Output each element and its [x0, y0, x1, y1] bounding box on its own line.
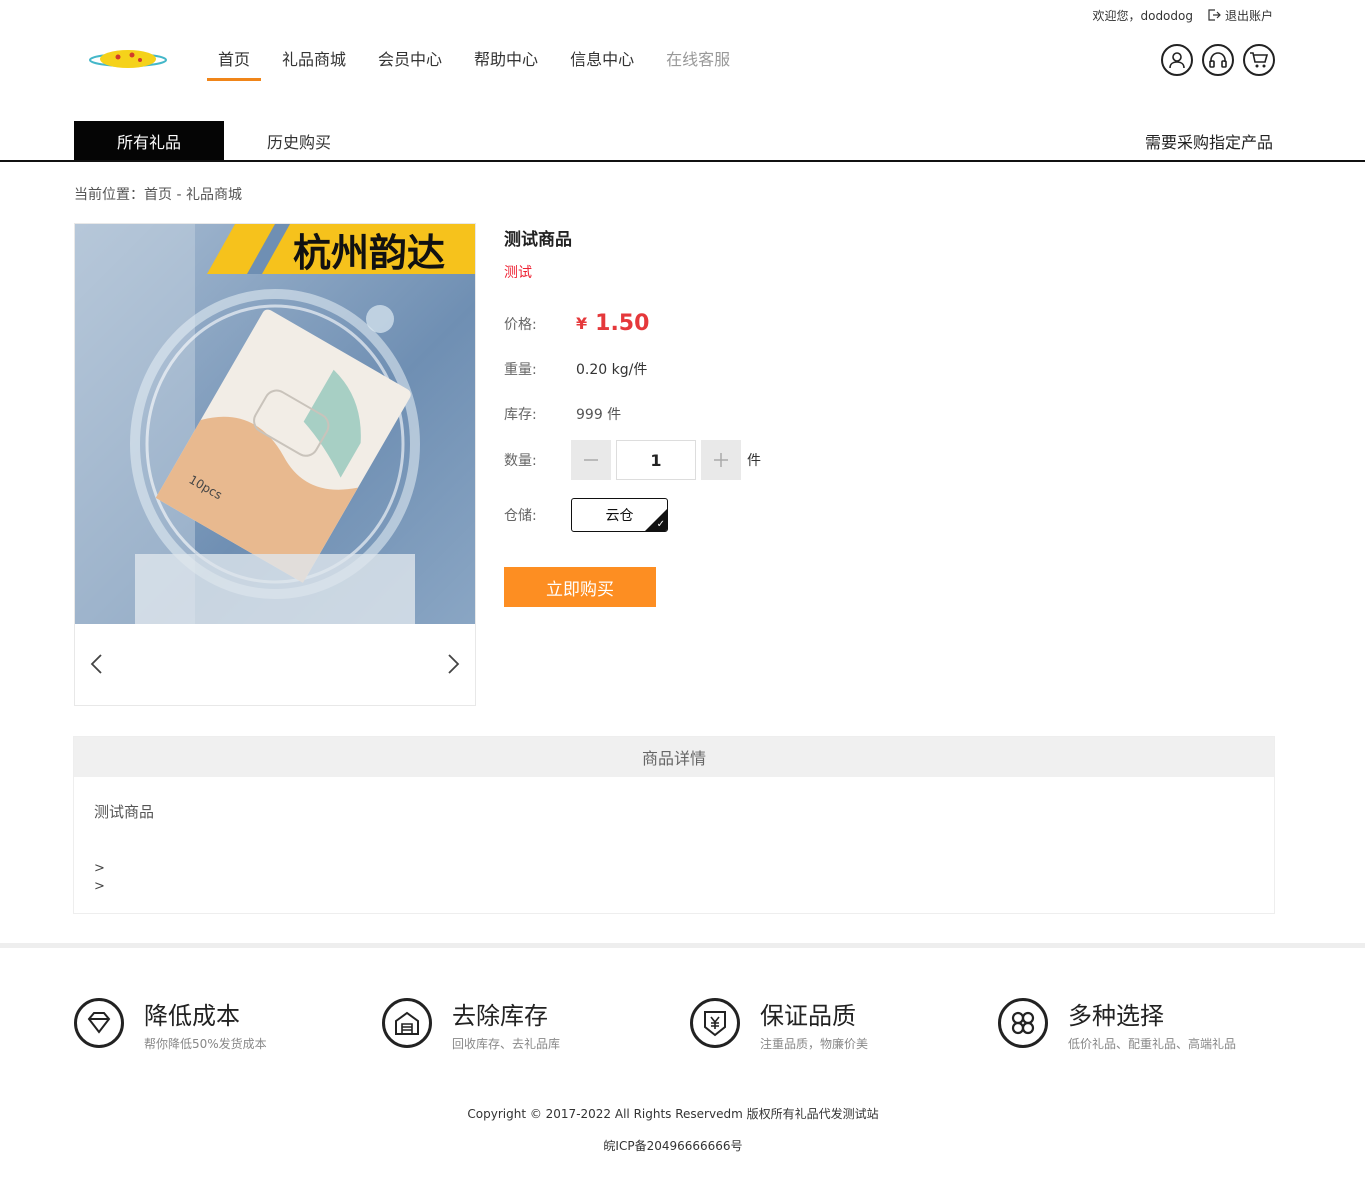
detail-line: > — [94, 879, 105, 894]
feature-desc: 回收库存、去礼品库 — [452, 1037, 561, 1051]
breadcrumb: 当前位置：首页 - 礼品商城 — [74, 187, 242, 203]
user-icon — [1169, 52, 1185, 69]
quantity-row: 数量: 1 件 — [504, 440, 761, 480]
weight-value: 0.20 kg/件 — [576, 362, 648, 378]
nav-gift-mall[interactable]: 礼品商城 — [270, 34, 358, 82]
quantity-input[interactable]: 1 — [616, 440, 696, 480]
headset-icon — [1209, 52, 1227, 68]
quantity-decrease-button[interactable] — [571, 440, 611, 480]
top-bar: 欢迎您，dododog 退出账户 — [1092, 6, 1273, 24]
nav-help-center[interactable]: 帮助中心 — [462, 34, 550, 82]
planet-logo-icon — [89, 50, 167, 68]
service-button[interactable] — [1202, 44, 1234, 76]
price-value: 1.50 — [595, 311, 650, 336]
cart-button[interactable] — [1243, 44, 1275, 76]
feature-title: 降低成本 — [144, 1002, 240, 1030]
warehouse-row: 仓储: 云仓 ✓ — [504, 498, 668, 532]
weight-label: 重量: — [504, 362, 537, 378]
plus-icon — [714, 453, 728, 467]
tab-history-purchase[interactable]: 历史购买 — [224, 121, 374, 160]
footer-divider — [0, 943, 1365, 948]
stock-label: 库存: — [504, 407, 537, 423]
quantity-unit: 件 — [747, 453, 761, 469]
feature-desc: 低价礼品、配重礼品、高端礼品 — [1068, 1037, 1237, 1051]
tab-all-gifts[interactable]: 所有礼品 — [74, 121, 224, 160]
welcome-text: 欢迎您，dododog — [1092, 8, 1193, 23]
cart-icon — [1250, 52, 1269, 68]
product-gallery: 杭州韵达 10pcs — [74, 223, 476, 706]
feature-desc: 注重品质，物廉价美 — [760, 1037, 869, 1051]
user-button[interactable] — [1161, 44, 1193, 76]
yen-shield-icon — [690, 998, 740, 1048]
weight-row: 重量: 0.20 kg/件 — [504, 359, 647, 379]
copyright-text: Copyright © 2017-2022 All Rights Reserve… — [467, 1107, 879, 1121]
logout-icon — [1208, 9, 1221, 21]
feature-item: 多种选择 低价礼品、配重礼品、高端礼品 — [998, 998, 1236, 1052]
site-logo[interactable] — [88, 46, 168, 74]
minus-icon — [584, 459, 598, 461]
feature-item: 去除库存 回收库存、去礼品库 — [382, 998, 560, 1052]
feature-item: 保证品质 注重品质，物廉价美 — [690, 998, 868, 1052]
banner-text: 杭州韵达 — [293, 231, 445, 275]
diamond-icon — [74, 998, 124, 1048]
detail-body: 测试商品 > > — [74, 777, 1274, 920]
header-icons — [1161, 44, 1275, 76]
warehouse-option-selected[interactable]: 云仓 ✓ — [571, 498, 668, 532]
icp-license[interactable]: 皖ICP备20496666666号 — [0, 1137, 1346, 1154]
nav-home[interactable]: 首页 — [206, 34, 262, 82]
nav-info-center[interactable]: 信息中心 — [558, 34, 646, 82]
check-icon: ✓ — [656, 519, 665, 530]
quantity-increase-button[interactable] — [701, 440, 741, 480]
feature-list: 降低成本 帮你降低50%发货成本 去除库存 回收库存、去礼品库 保证品质 注重品… — [74, 998, 1304, 1058]
product-subtitle: 测试 — [504, 265, 532, 281]
feature-title: 去除库存 — [452, 1002, 548, 1030]
price-label: 价格: — [504, 316, 537, 333]
prev-image-arrow-icon[interactable] — [87, 652, 107, 676]
currency-symbol: ¥ — [576, 314, 588, 333]
detail-line: > — [94, 861, 105, 876]
stock-value: 999 件 — [576, 407, 622, 423]
main-nav: 首页 礼品商城 会员中心 帮助中心 信息中心 在线客服 — [206, 34, 750, 82]
logout-link[interactable]: 退出账户 — [1207, 7, 1273, 24]
feature-desc: 帮你降低50%发货成本 — [144, 1037, 267, 1051]
detail-text: 测试商品 — [94, 803, 155, 821]
logout-label: 退出账户 — [1224, 8, 1273, 23]
custom-purchase-link[interactable]: 需要采购指定产品 — [1145, 121, 1273, 160]
product-image: 杭州韵达 10pcs — [75, 224, 475, 624]
buy-now-button[interactable]: 立即购买 — [504, 567, 656, 607]
stock-row: 库存: 999 件 — [504, 404, 621, 424]
feature-item: 降低成本 帮你降低50%发货成本 — [74, 998, 267, 1052]
warehouse-icon — [382, 998, 432, 1048]
nav-online-service[interactable]: 在线客服 — [654, 34, 742, 82]
nav-member-center[interactable]: 会员中心 — [366, 34, 454, 82]
feature-title: 多种选择 — [1068, 1002, 1164, 1030]
product-info: 测试商品 测试 价格: ¥ 1.50 重量: 0.20 kg/件 库存: 999… — [504, 223, 1204, 607]
product-detail-panel: 商品详情 测试商品 > > — [73, 736, 1275, 914]
next-image-arrow-icon[interactable] — [443, 652, 463, 676]
product-title: 测试商品 — [504, 230, 572, 250]
quantity-label: 数量: — [504, 453, 537, 469]
grid-options-icon — [998, 998, 1048, 1048]
category-tabs: 所有礼品 历史购买 需要采购指定产品 — [0, 121, 1365, 162]
feature-title: 保证品质 — [760, 1002, 856, 1030]
detail-heading: 商品详情 — [74, 737, 1274, 777]
warehouse-label: 仓储: — [504, 508, 537, 524]
warehouse-option-label: 云仓 — [605, 508, 634, 524]
price-row: 价格: ¥ 1.50 — [504, 311, 649, 336]
